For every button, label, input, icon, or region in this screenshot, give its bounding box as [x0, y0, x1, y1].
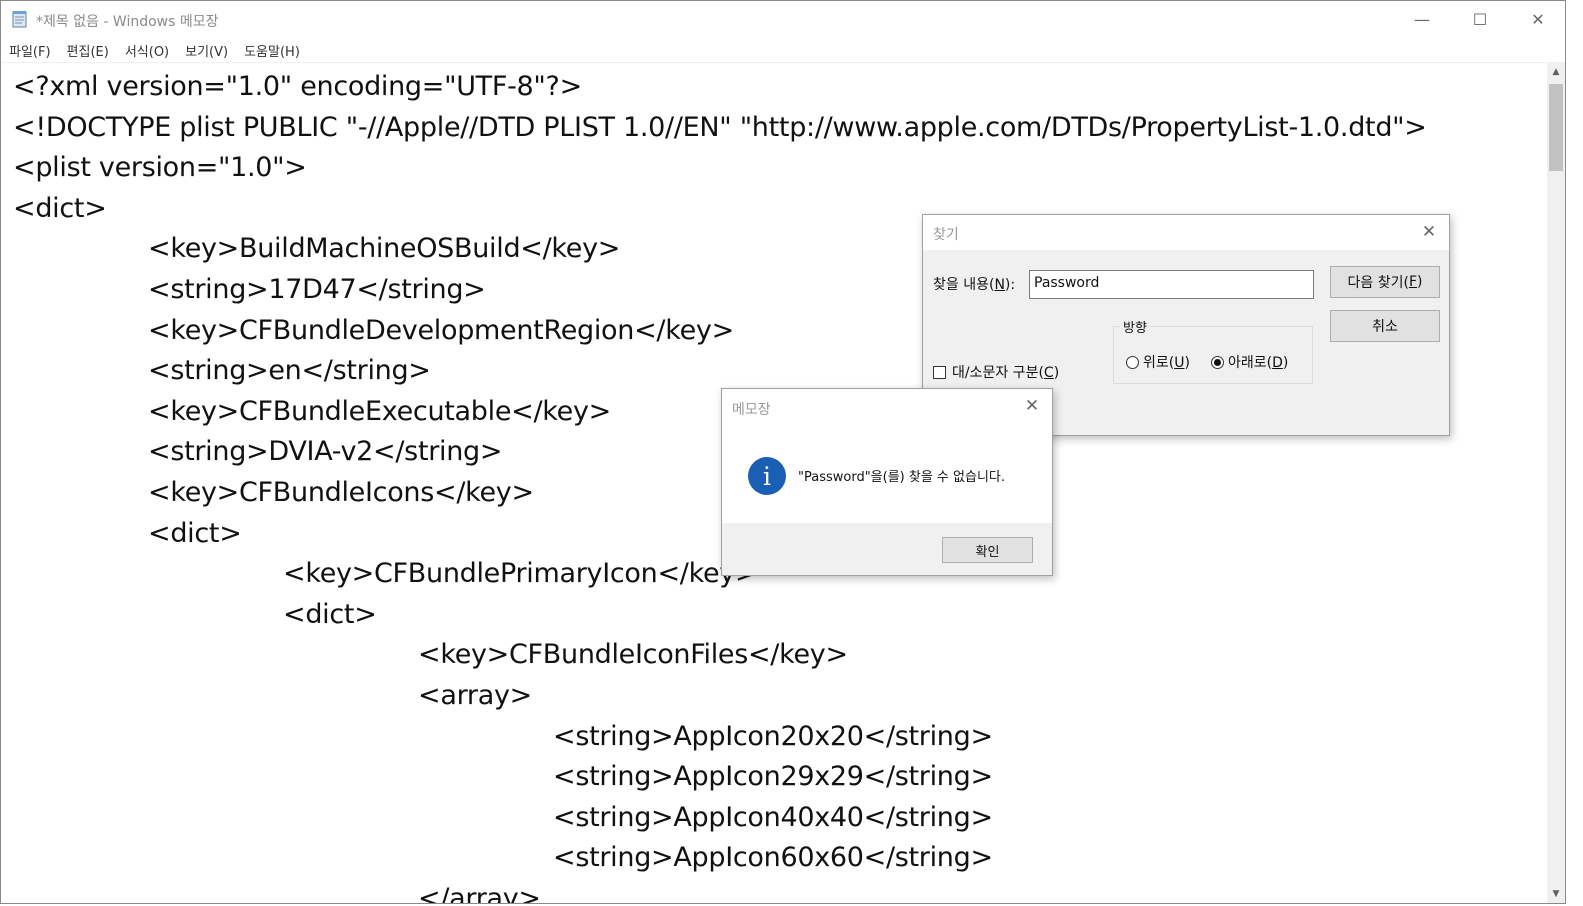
menu-format[interactable]: 서식(O) — [117, 41, 177, 60]
find-what-label: 찾을 내용(N): — [933, 277, 1016, 293]
direction-down-label: 아래로(D) — [1228, 355, 1289, 371]
info-icon: i — [748, 457, 786, 495]
message-text: "Password"을(를) 찾을 수 없습니다. — [798, 470, 1005, 485]
menu-help[interactable]: 도움말(H) — [236, 41, 308, 60]
close-icon: ✕ — [1531, 10, 1545, 29]
menu-view[interactable]: 보기(V) — [177, 41, 236, 60]
editor-line: <?xml version="1.0" encoding="UTF-8"?> — [13, 71, 582, 102]
message-box: 메모장 ✕ i "Password"을(를) 찾을 수 없습니다. 확인 — [721, 388, 1053, 576]
radio-checked-icon — [1211, 355, 1224, 369]
maximize-button[interactable]: ☐ — [1451, 1, 1509, 38]
notepad-icon — [12, 11, 27, 28]
editor-line: <key>CFBundleIconFiles</key> — [418, 639, 848, 671]
editor-line: <string>AppIcon60x60</string> — [553, 842, 993, 874]
editor-line: <string>AppIcon40x40</string> — [553, 801, 993, 833]
minimize-button[interactable]: — — [1393, 1, 1451, 38]
direction-up-label: 위로(U) — [1143, 355, 1190, 371]
editor-line: <string>DVIA-v2</string> — [148, 436, 503, 468]
find-dialog-close-button[interactable]: ✕ — [1417, 220, 1441, 244]
checkbox-unchecked-icon — [933, 365, 946, 379]
editor-line: </array> — [418, 882, 541, 903]
cancel-button[interactable]: 취소 — [1330, 310, 1440, 342]
find-dialog-titlebar[interactable]: 찾기 ✕ — [923, 215, 1449, 250]
menu-file[interactable]: 파일(F) — [1, 41, 59, 60]
editor-line: <array> — [418, 679, 532, 711]
find-next-button[interactable]: 다음 찾기(F) — [1330, 266, 1440, 298]
direction-down-radio[interactable]: 아래로(D) — [1211, 352, 1288, 372]
scroll-down-arrow-icon[interactable]: ▼ — [1547, 885, 1565, 903]
menu-bar: 파일(F) 편집(E) 서식(O) 보기(V) 도움말(H) — [1, 38, 1565, 63]
scrollbar-thumb[interactable] — [1549, 84, 1563, 171]
editor-line: <key>CFBundlePrimaryIcon</key> — [283, 558, 758, 590]
match-case-checkbox[interactable]: 대/소문자 구분(C) — [933, 362, 1059, 382]
ok-button[interactable]: 확인 — [942, 537, 1033, 563]
direction-label: 방향 — [1120, 317, 1150, 336]
editor-line: <string>AppIcon20x20</string> — [553, 720, 993, 752]
editor-content[interactable]: <?xml version="1.0" encoding="UTF-8"?> <!… — [13, 67, 1427, 903]
editor-line: <dict> — [148, 517, 242, 549]
editor-line: <!DOCTYPE plist PUBLIC "-//Apple//DTD PL… — [13, 111, 1427, 143]
close-icon: ✕ — [1421, 222, 1437, 242]
title-bar[interactable]: *제목 없음 - Windows 메모장 — ☐ ✕ — [1, 1, 1565, 38]
message-box-title: 메모장 — [732, 402, 771, 418]
maximize-icon: ☐ — [1472, 10, 1488, 29]
scroll-up-arrow-icon[interactable]: ▲ — [1547, 63, 1565, 81]
close-button[interactable]: ✕ — [1509, 1, 1565, 38]
minimize-icon: — — [1414, 10, 1430, 29]
match-case-label: 대/소문자 구분(C) — [952, 365, 1060, 381]
menu-edit[interactable]: 편집(E) — [59, 41, 117, 60]
window-title: *제목 없음 - Windows 메모장 — [36, 14, 219, 30]
direction-up-radio[interactable]: 위로(U) — [1126, 352, 1190, 372]
radio-unchecked-icon — [1126, 355, 1139, 369]
editor-line: <string>AppIcon29x29</string> — [553, 761, 993, 793]
vertical-scrollbar[interactable]: ▲ ▼ — [1547, 63, 1565, 903]
editor-line: <plist version="1.0"> — [13, 152, 307, 184]
editor-line: <dict> — [283, 598, 377, 630]
find-what-input[interactable]: Password — [1029, 270, 1314, 299]
message-box-close-button[interactable]: ✕ — [1020, 394, 1044, 418]
editor-line: <key>CFBundleIcons</key> — [148, 476, 534, 508]
message-box-body: 메모장 ✕ i "Password"을(를) 찾을 수 없습니다. — [722, 389, 1052, 523]
find-dialog-title: 찾기 — [933, 227, 959, 243]
close-icon: ✕ — [1024, 396, 1040, 416]
